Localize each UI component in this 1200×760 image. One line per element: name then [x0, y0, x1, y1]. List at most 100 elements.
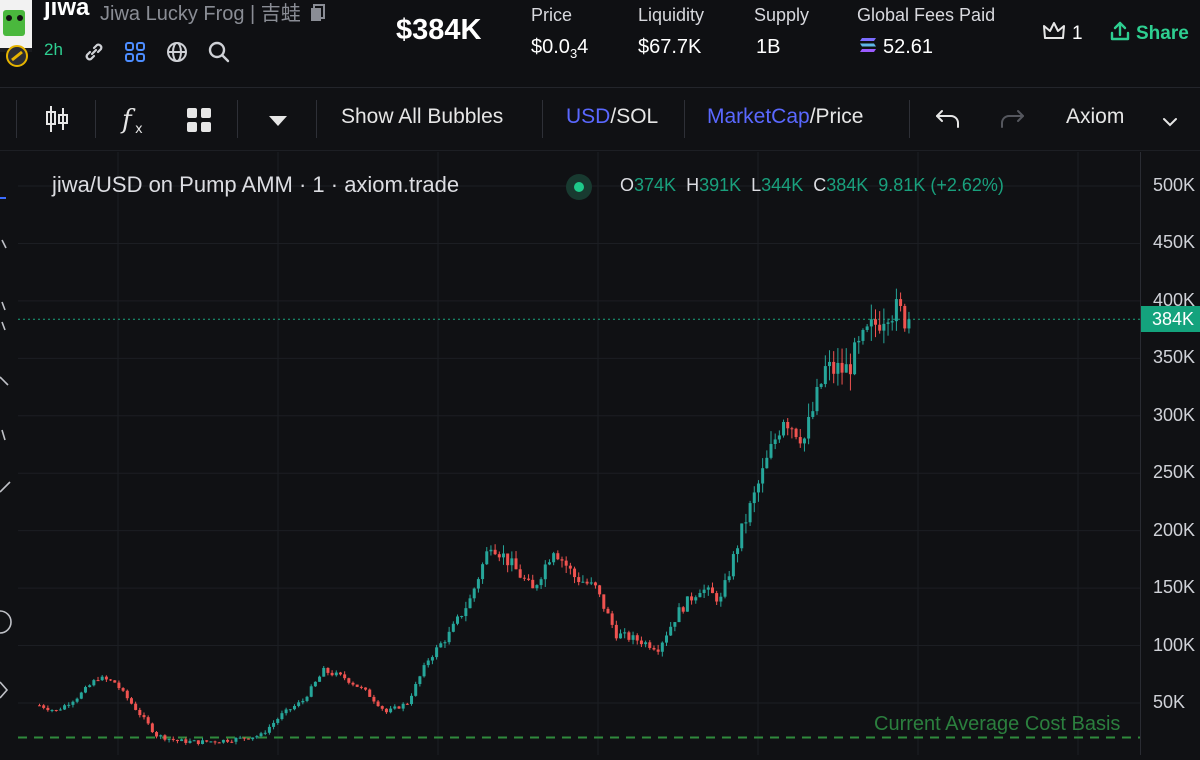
currency-usd[interactable]: USD	[566, 105, 610, 128]
candle-body	[710, 587, 714, 594]
ohlc-change: 9.81K (+2.62%)	[878, 175, 1004, 195]
candle-body	[372, 696, 376, 702]
globe-icon[interactable]	[165, 40, 189, 64]
search-icon[interactable]	[207, 40, 231, 64]
candle-body	[794, 428, 798, 438]
candle-body	[380, 706, 384, 709]
ohlc-c-value: 384K	[826, 175, 869, 195]
candle-body	[468, 598, 472, 609]
ohlc-h-value: 391K	[699, 175, 742, 195]
axis-tick-label: 250K	[1153, 462, 1196, 483]
candle-body	[602, 594, 606, 609]
candle-body	[489, 549, 493, 552]
candle-body	[226, 739, 230, 742]
token-header: jiwa Jiwa Lucky Frog | 吉蛙 2h $384K Price…	[0, 0, 1200, 88]
candle-body	[698, 593, 702, 598]
candle-body	[756, 483, 760, 493]
currency-sol[interactable]: SOL	[616, 105, 658, 128]
candle-body	[518, 569, 522, 578]
liquidity-label: Liquidity	[638, 5, 705, 25]
candle-body	[773, 439, 777, 445]
candle-body	[113, 680, 117, 683]
candle-body	[422, 665, 426, 677]
copy-icon[interactable]	[310, 4, 326, 28]
ohlc-readout: O374K H391K L344K C384K 9.81K (+2.62%)	[620, 175, 1004, 196]
share-button[interactable]: Share	[1110, 20, 1189, 48]
redo-icon[interactable]	[998, 108, 1026, 135]
candle-body	[485, 551, 489, 565]
currency-toggle[interactable]: USD/SOL	[566, 105, 658, 129]
candle-body	[815, 386, 819, 412]
candle-body	[585, 581, 589, 584]
candle-body	[167, 738, 171, 740]
candle-body	[83, 687, 87, 693]
candle-body	[426, 660, 430, 666]
candle-body	[129, 698, 133, 704]
candle-body	[748, 503, 752, 523]
candlestick-chart[interactable]	[18, 152, 1140, 755]
candle-body	[476, 579, 480, 589]
token-name-text: Jiwa Lucky Frog | 吉蛙	[100, 3, 301, 25]
candle-body	[886, 322, 890, 324]
link-icon[interactable]	[82, 40, 106, 64]
candle-body	[648, 642, 652, 648]
metric-toggle[interactable]: MarketCap/Price	[707, 105, 863, 129]
candle-body	[765, 457, 769, 469]
candle-body	[326, 667, 330, 673]
candle-body	[819, 384, 823, 387]
candle-body	[903, 305, 907, 329]
token-logo[interactable]	[0, 0, 36, 68]
candle-body	[669, 626, 673, 636]
candle-body	[560, 559, 564, 561]
undo-icon[interactable]	[934, 108, 962, 135]
candle-body	[63, 705, 67, 710]
candle-body	[100, 676, 104, 681]
candles-icon[interactable]	[44, 104, 70, 139]
fees-value: 52.61	[859, 36, 933, 59]
price-end: 4	[577, 36, 589, 58]
candle-body	[836, 362, 840, 374]
candle-body	[42, 705, 46, 708]
candle-body	[840, 362, 844, 373]
caret-down-icon[interactable]	[268, 114, 288, 132]
metric-price[interactable]: Price	[816, 105, 864, 128]
candle-body	[221, 739, 225, 743]
toolbar-separator	[909, 100, 910, 138]
candle-body	[351, 682, 355, 685]
candle-body	[527, 578, 531, 580]
candle-body	[159, 735, 163, 737]
token-ticker: jiwa	[44, 0, 90, 21]
candle-body	[46, 707, 50, 711]
candle-body	[564, 560, 568, 566]
metric-marketcap[interactable]: MarketCap	[707, 105, 810, 128]
chevron-down-icon[interactable]	[1162, 114, 1178, 132]
candle-body	[828, 361, 832, 367]
candle-body	[393, 706, 397, 709]
candle-body	[610, 613, 614, 625]
grid-icon[interactable]	[186, 107, 212, 138]
candle-body	[401, 703, 405, 709]
candle-body	[706, 587, 710, 590]
candle-body	[456, 616, 459, 624]
candle-body	[54, 710, 58, 712]
candle-body	[201, 740, 205, 744]
price-label: Price	[531, 5, 573, 25]
share-label: Share	[1136, 23, 1189, 44]
watchlist-button[interactable]: 1	[1042, 20, 1083, 48]
show-all-bubbles-button[interactable]: Show All Bubbles	[341, 105, 503, 129]
candle-body	[334, 672, 338, 676]
candle-body	[376, 701, 380, 707]
candle-body	[639, 640, 643, 645]
candle-body	[539, 579, 543, 586]
chart-source-select[interactable]: Axiom	[1066, 105, 1124, 129]
candle-body	[844, 364, 848, 373]
fx-icon[interactable]: fx	[120, 104, 150, 141]
candle-body	[798, 437, 802, 444]
candle-body	[547, 562, 551, 565]
candle-body	[869, 319, 873, 327]
axis-tick-label: 150K	[1153, 577, 1196, 598]
ohlc-c-label: C	[813, 175, 827, 195]
bubblemap-icon[interactable]	[123, 40, 147, 64]
price-axis[interactable]: 500K 450K 400K 350K 300K 250K 200K 150K 100K 50K 3…	[1140, 152, 1200, 755]
candle-body	[188, 740, 192, 743]
